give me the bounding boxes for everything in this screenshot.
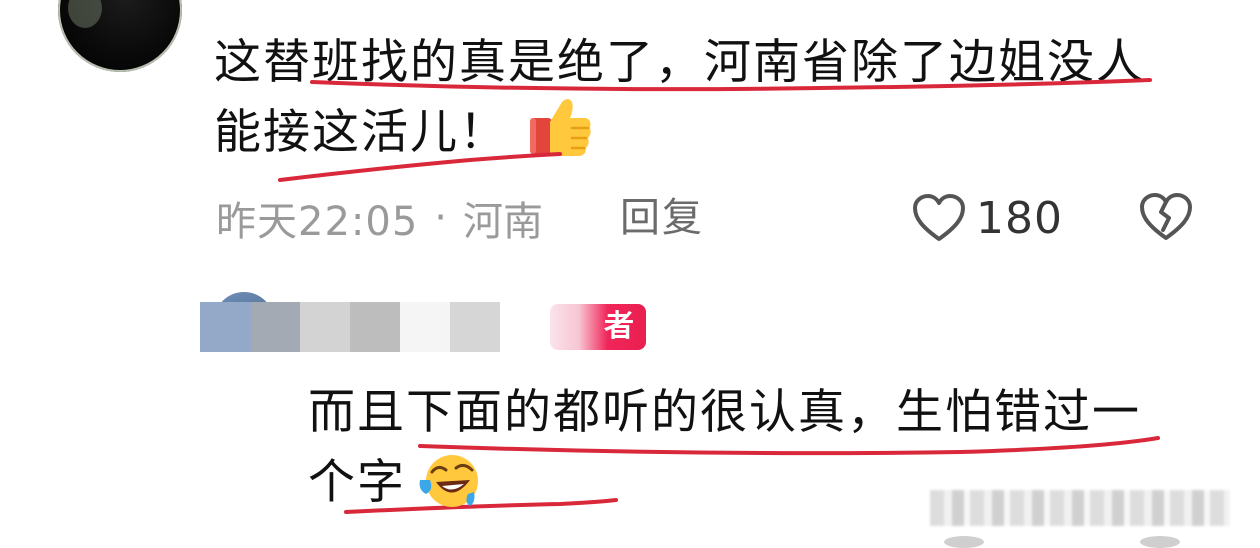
thumbs-up-icon — [530, 99, 591, 156]
comment-text: 这替班找的真是绝了，河南省除了边姐没人 能接这活儿！ — [214, 28, 1214, 168]
username-blur — [400, 302, 450, 352]
like-button[interactable]: 180 — [912, 190, 1063, 246]
next-item-hint — [1140, 536, 1180, 548]
comment-meta: 昨天22:05 · 河南 — [216, 190, 543, 246]
meta-separator: · — [434, 195, 447, 241]
username-blur — [252, 302, 300, 352]
username-blur — [350, 302, 400, 352]
comment-line-2: 能接这活儿！ — [214, 105, 508, 160]
comment-line-1: 这替班找的真是绝了，河南省除了边姐没人 — [214, 35, 1145, 90]
reply-line-1: 而且下面的都听的很认真，生怕错过一 — [308, 385, 1141, 440]
broken-heart-icon[interactable] — [1138, 190, 1194, 244]
next-item-hint — [944, 536, 984, 548]
watermark — [930, 490, 1230, 526]
laughing-crying-icon — [419, 455, 478, 507]
username-blur — [450, 302, 500, 352]
reply-button[interactable]: 回复 — [620, 190, 704, 246]
username-blur — [300, 302, 350, 352]
commenter-avatar[interactable] — [58, 0, 182, 72]
heart-outline-icon — [913, 194, 965, 241]
comment-location: 河南 — [463, 199, 543, 245]
author-badge: 者 — [550, 304, 646, 350]
like-count: 180 — [976, 192, 1063, 244]
comment-time: 昨天22:05 — [216, 199, 419, 245]
username-blur — [200, 302, 252, 352]
